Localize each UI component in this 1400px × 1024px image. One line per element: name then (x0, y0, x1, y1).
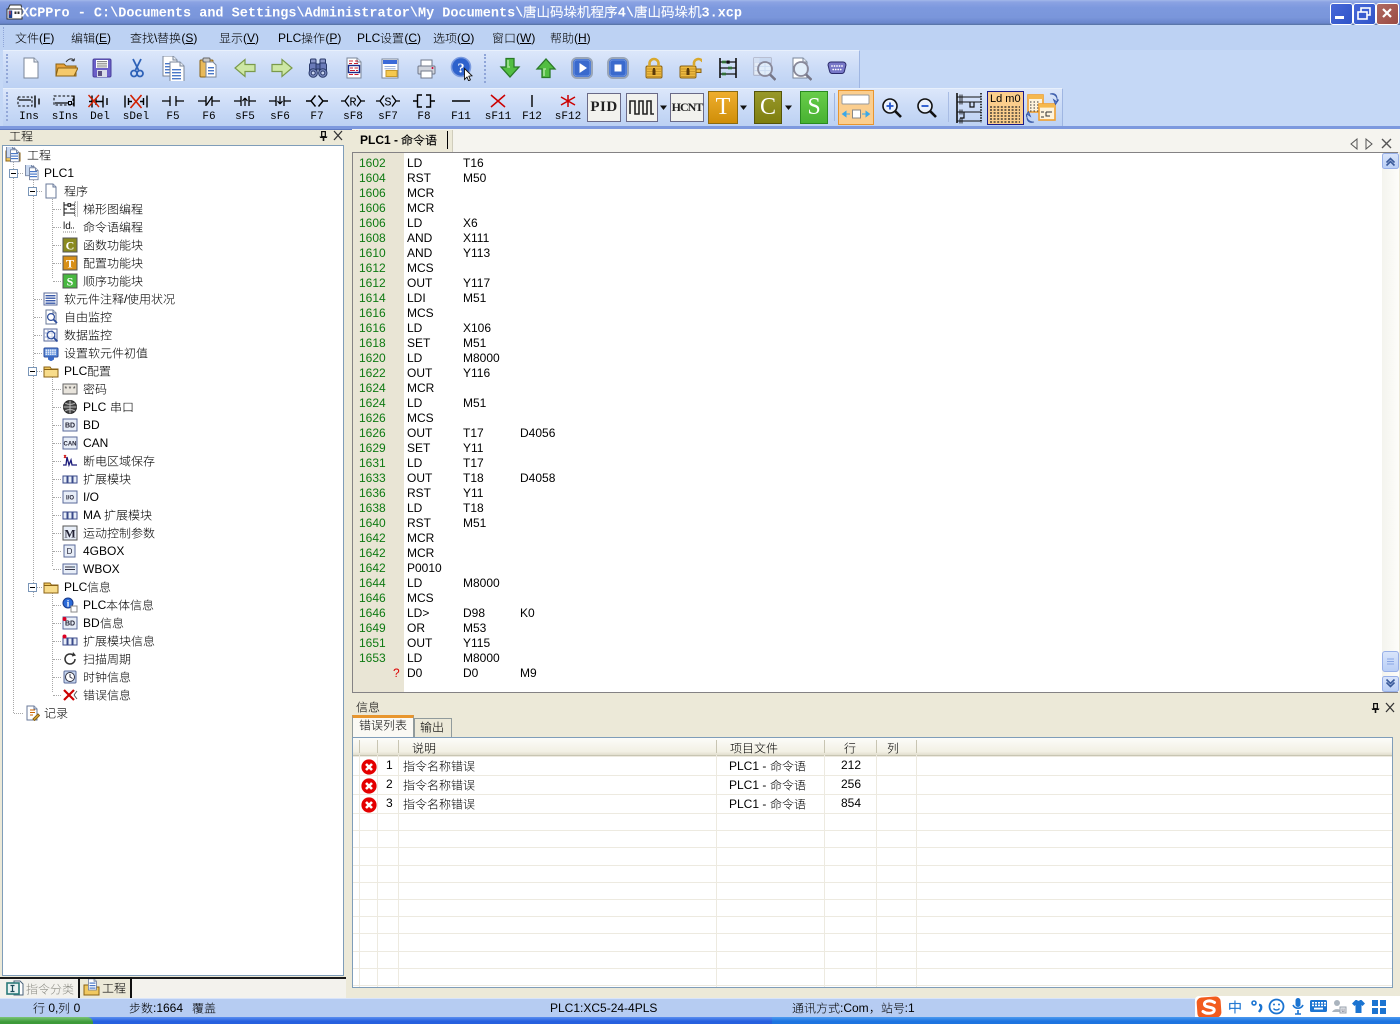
svg-text:CAN: CAN (64, 442, 77, 448)
svg-text:I/O: I/O (66, 496, 74, 502)
svg-text:D: D (67, 547, 73, 556)
svg-text:BD: BD (65, 621, 75, 628)
svg-text:***: *** (64, 387, 77, 395)
svg-text:?: ? (458, 62, 465, 77)
svg-text:C: C (66, 239, 75, 253)
svg-text:BD: BD (65, 423, 75, 430)
svg-text:S: S (67, 275, 74, 289)
svg-text:ld: ld (63, 221, 71, 232)
svg-text:u: u (1341, 1008, 1344, 1014)
svg-text:M: M (64, 527, 75, 541)
svg-text:T: T (66, 257, 74, 271)
svg-text:R: R (349, 96, 356, 110)
svg-text:S: S (384, 96, 391, 110)
